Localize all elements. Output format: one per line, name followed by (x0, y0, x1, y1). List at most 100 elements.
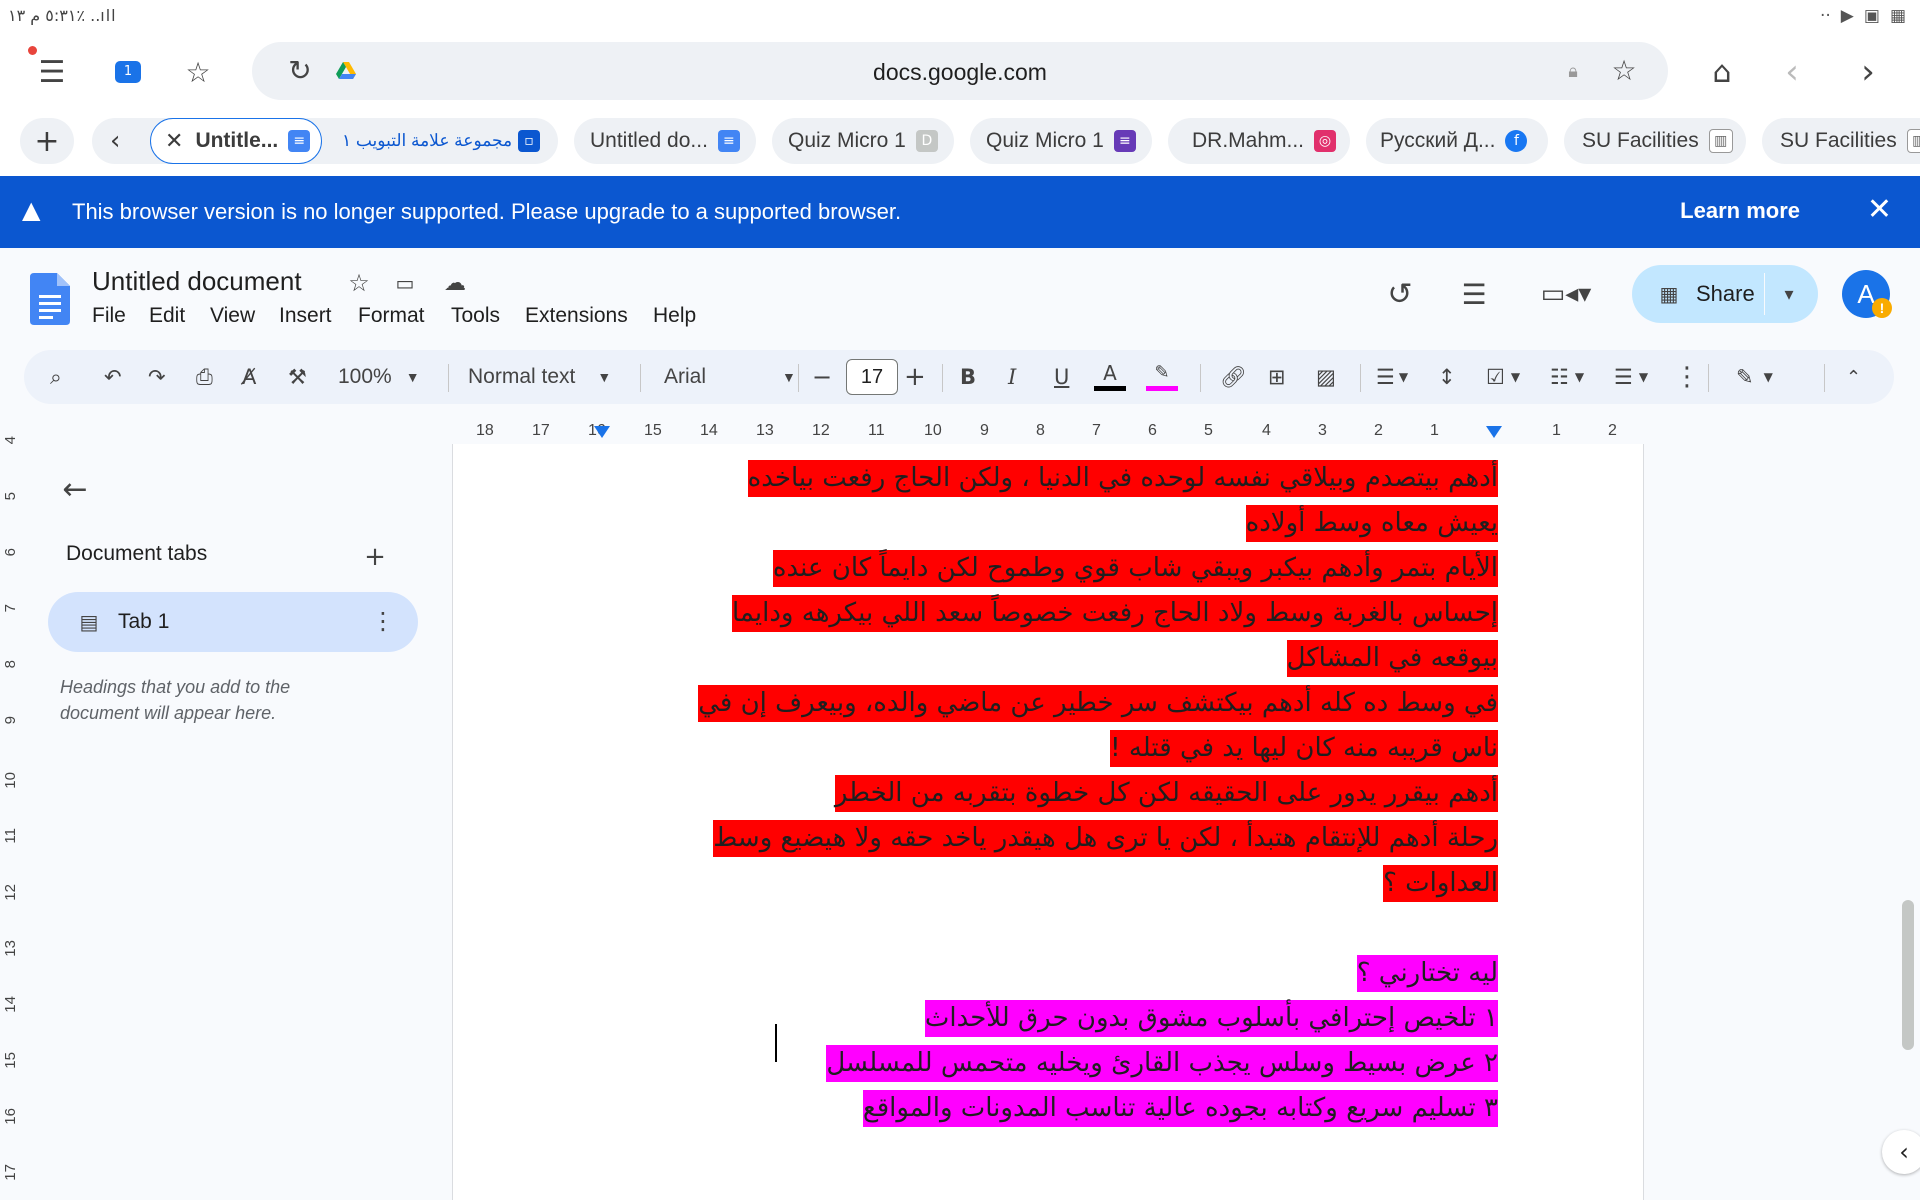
close-icon[interactable]: ✕ (1867, 192, 1892, 227)
document-line[interactable]: يعيش معاه وسط أولاده (498, 501, 1498, 546)
document-line[interactable]: ١ تلخيص إحترافي بأسلوب مشوق بدون حرق للأ… (498, 996, 1498, 1041)
document-line[interactable]: إحساس بالغربة وسط ولاد الحاج رفعت خصوصاً… (498, 591, 1498, 636)
share-dropdown-icon[interactable]: ▾ (1774, 279, 1804, 309)
collapse-group-icon[interactable]: ‹ (110, 126, 120, 156)
document-line[interactable]: بيوقعه في المشاكل (498, 636, 1498, 681)
document-line[interactable]: ٣ تسليم سريع وكتابه بجوده عالية تناسب ال… (498, 1086, 1498, 1131)
document-line[interactable]: في وسط ده كله أدهم بيكتشف سر خطير عن ماض… (498, 681, 1498, 726)
tab-1-item[interactable]: ▤ Tab 1 ⋮ (48, 592, 418, 652)
search-menus-icon[interactable]: ⌕ (50, 350, 62, 404)
add-comment-icon[interactable]: ⊞ (1268, 350, 1286, 404)
menu-insert[interactable]: Insert (279, 304, 332, 328)
forward-icon[interactable]: › (1846, 50, 1890, 94)
bookmarks-icon[interactable]: ☆ (176, 50, 220, 94)
move-folder-icon[interactable]: ▭ (390, 268, 420, 298)
tab-item[interactable]: Quiz Micro 1 ≡ (970, 118, 1152, 164)
learn-more-link[interactable]: Learn more (1680, 198, 1800, 224)
menu-file[interactable]: File (92, 304, 126, 328)
share-divider (1764, 273, 1765, 315)
add-tab-icon[interactable]: + (360, 542, 390, 572)
tab-item[interactable]: DR.Mahm... ◎ (1168, 118, 1350, 164)
document-body[interactable]: أدهم بيتصدم وبيلاقي نفسه لوحده في الدنيا… (498, 456, 1498, 1131)
print-icon[interactable]: ⎙ (196, 350, 213, 404)
tab-item[interactable]: SU Facilities ▥ (1762, 118, 1920, 164)
document-line-text: أدهم بيتصدم وبيلاقي نفسه لوحده في الدنيا… (747, 460, 1498, 497)
share-button[interactable]: ▦ Share ▾ (1632, 265, 1818, 323)
vertical-ruler-tick: 6 (2, 548, 19, 557)
document-line[interactable]: ليه تختارني ؟ (498, 951, 1498, 996)
menu-icon[interactable]: ☰ (30, 50, 74, 94)
tab-item[interactable]: SU Facilities ▥ (1564, 118, 1746, 164)
decrease-font-size-icon[interactable]: − (812, 350, 832, 404)
insert-image-icon[interactable]: ▨ (1316, 350, 1336, 404)
meet-icon[interactable]: ▭◂▾ (1536, 274, 1596, 314)
right-indent-marker[interactable] (1486, 426, 1502, 438)
insert-link-icon[interactable]: 🔗︎ (1220, 350, 1247, 404)
new-tab-button[interactable]: + (20, 118, 74, 164)
document-line[interactable] (498, 906, 1498, 951)
hide-menus-icon[interactable]: ⌃ (1846, 350, 1861, 404)
close-tab-icon[interactable]: ✕ (165, 129, 183, 154)
spellcheck-icon[interactable]: A̸ (242, 350, 256, 404)
checklist-icon[interactable]: ☑ ▼ (1486, 350, 1520, 404)
home-icon[interactable]: ⌂ (1700, 50, 1744, 94)
tab-item[interactable]: Untitled do... ≡ (574, 118, 756, 164)
tab-options-icon[interactable]: ⋮ (368, 606, 398, 636)
document-line[interactable]: ٢ عرض بسيط وسلس يجذب القارئ ويخليه متحمس… (498, 1041, 1498, 1086)
editing-mode-icon[interactable]: ✎ ▼ (1736, 350, 1773, 404)
font-select[interactable]: Arial ▼ (664, 350, 796, 404)
menu-tools[interactable]: Tools (451, 304, 500, 328)
tab-item[interactable]: Quiz Micro 1 D (772, 118, 954, 164)
italic-icon[interactable]: I (1008, 350, 1016, 404)
paragraph-style-select[interactable]: Normal text ▼ (468, 350, 611, 404)
tab-label: SU Facilities (1780, 129, 1897, 152)
document-line[interactable]: العداوات ؟ (498, 861, 1498, 906)
address-bar[interactable]: ↻ docs.google.com 🔒︎ ☆ (252, 42, 1668, 100)
star-icon[interactable]: ☆ (1604, 50, 1644, 90)
bold-icon[interactable]: B (960, 350, 976, 404)
divider (942, 364, 943, 392)
back-arrow-icon[interactable]: ← (58, 472, 92, 507)
increase-font-size-icon[interactable]: + (904, 350, 926, 404)
document-line[interactable]: أدهم بيتصدم وبيلاقي نفسه لوحده في الدنيا… (498, 456, 1498, 501)
version-history-icon[interactable]: ↺ (1380, 274, 1420, 314)
menu-format[interactable]: Format (358, 304, 425, 328)
scrollbar-thumb[interactable] (1902, 900, 1914, 1050)
menu-help[interactable]: Help (653, 304, 696, 328)
text-color-icon[interactable]: A (1094, 350, 1126, 404)
comments-icon[interactable]: ☰ (1454, 274, 1494, 314)
document-page[interactable]: أدهم بيتصدم وبيلاقي نفسه لوحده في الدنيا… (452, 444, 1644, 1200)
youtube-icon: ▶ (1840, 6, 1854, 26)
menu-extensions[interactable]: Extensions (525, 304, 628, 328)
line-spacing-icon[interactable]: ↕ (1438, 350, 1456, 404)
underline-icon[interactable]: U (1054, 350, 1069, 404)
document-line[interactable]: رحلة أدهم للإنتقام هتبدأ ، لكن يا ترى هل… (498, 816, 1498, 861)
tab-switcher-icon[interactable]: 1 (106, 50, 150, 94)
back-icon[interactable]: ‹ (1770, 50, 1814, 94)
menu-view[interactable]: View (210, 304, 255, 328)
document-line[interactable]: ناس قريبه منه كان ليها يد في قتله ! (498, 726, 1498, 771)
highlight-color-icon[interactable]: ✎ (1146, 350, 1178, 404)
document-line[interactable]: أدهم بيقرر يدور على الحقيقه لكن كل خطوة … (498, 771, 1498, 816)
left-indent-marker[interactable] (594, 426, 610, 438)
menu-edit[interactable]: Edit (149, 304, 185, 328)
docs-favicon-icon: ≡ (288, 130, 311, 152)
numbered-list-icon[interactable]: ☰ ▼ (1614, 350, 1648, 404)
redo-icon[interactable]: ↷ (148, 350, 166, 404)
bulleted-list-icon[interactable]: ☷ ▼ (1550, 350, 1584, 404)
align-right-icon[interactable]: ☰ ▼ (1376, 350, 1408, 404)
docs-logo-icon[interactable] (30, 273, 70, 325)
tab-active[interactable]: ✕ Untitle... ≡ (150, 118, 322, 164)
side-panel-toggle-icon[interactable]: ‹ (1882, 1130, 1920, 1174)
paint-format-icon[interactable]: ⚒ (288, 350, 307, 404)
zoom-select[interactable]: 100% ▼ (338, 350, 420, 404)
document-title[interactable]: Untitled document (92, 266, 302, 297)
undo-icon[interactable]: ↶ (104, 350, 122, 404)
vertical-ruler-tick: 15 (2, 1052, 19, 1069)
more-options-icon[interactable]: ⋮ (1674, 350, 1700, 404)
tab-group-label[interactable]: مجموعة علامة التبويب ١ (342, 131, 512, 151)
document-line[interactable]: الأيام بتمر وأدهم بيكبر ويبقي شاب قوي وط… (498, 546, 1498, 591)
font-size-input[interactable]: 17 (846, 359, 898, 395)
star-icon[interactable]: ☆ (344, 268, 374, 298)
tab-item[interactable]: Русский Д... f (1366, 118, 1548, 164)
